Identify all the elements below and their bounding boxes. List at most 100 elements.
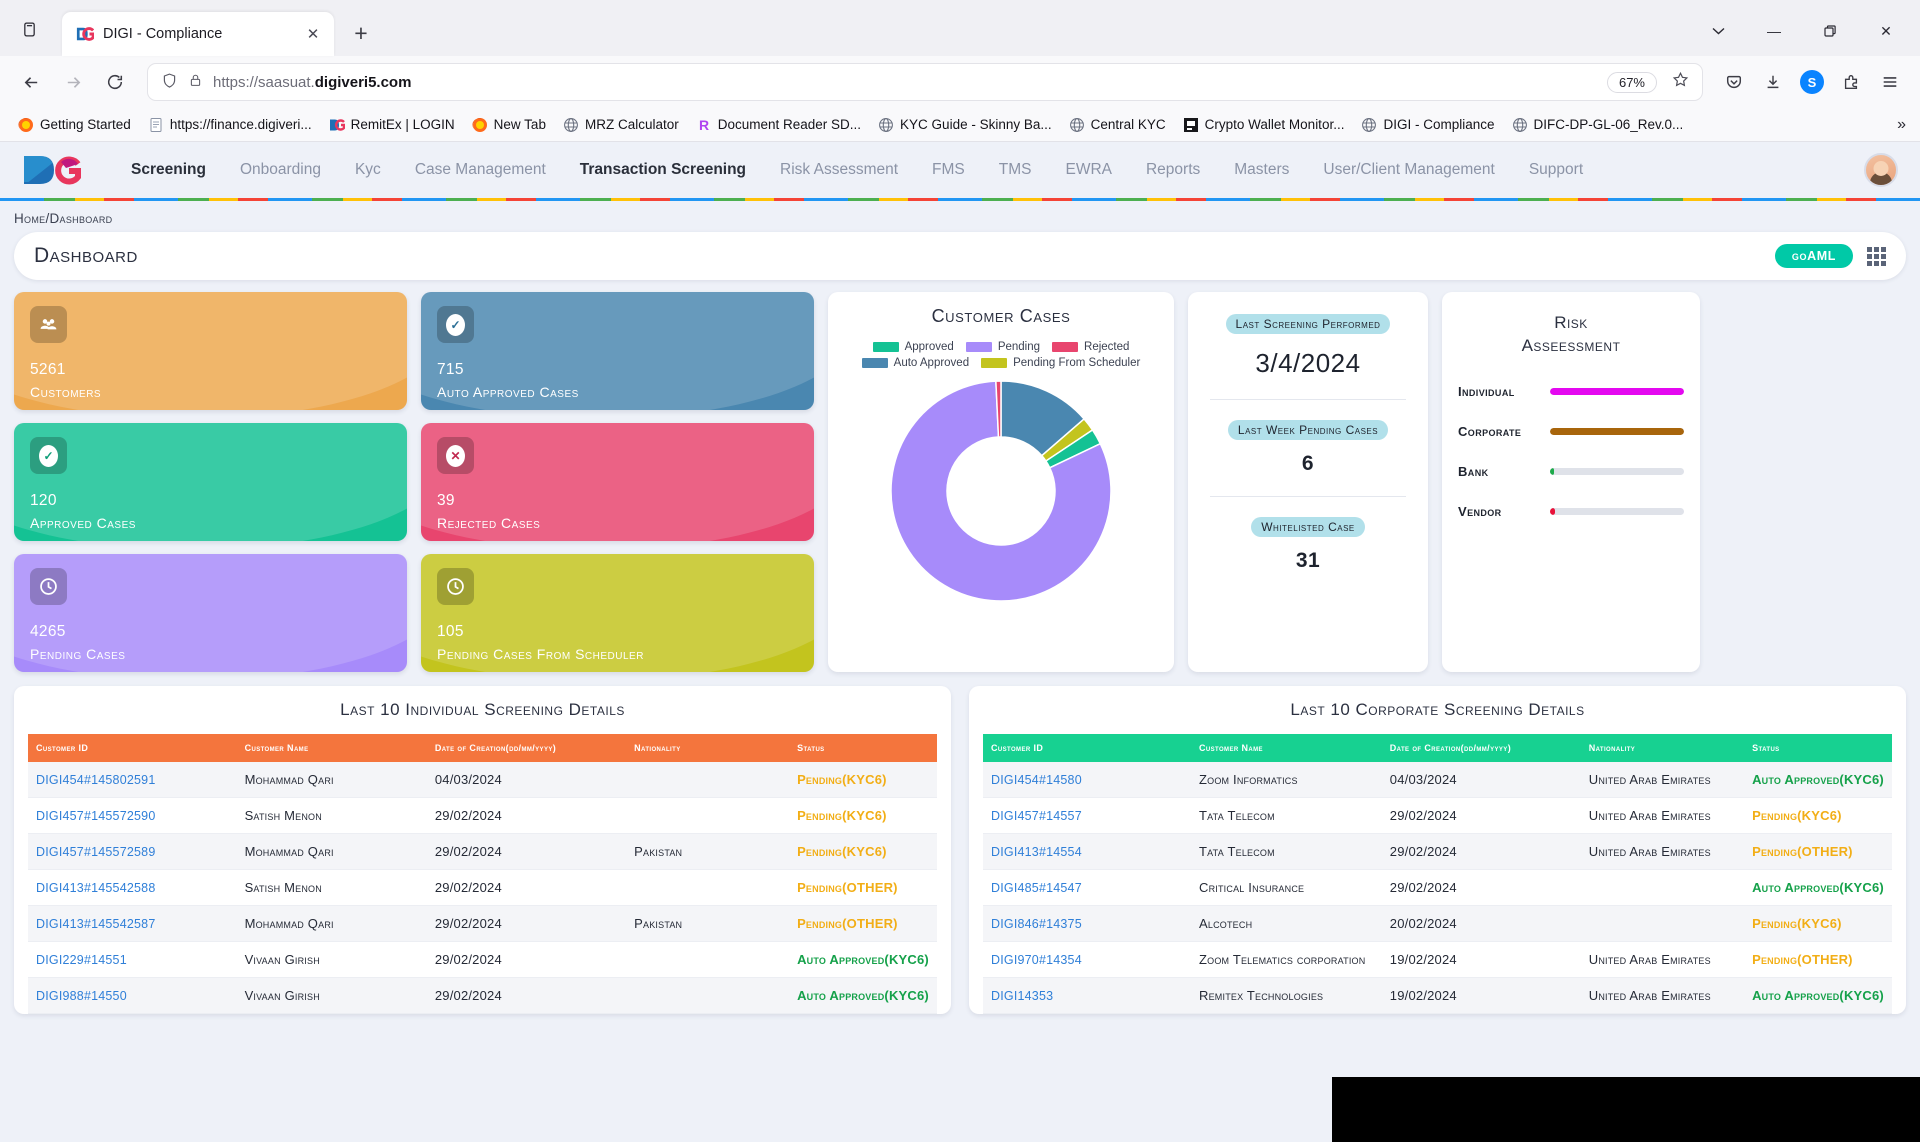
table-row[interactable]: DIGI846#14375 Alcotech 20/02/2024 Pending(K… xyxy=(983,905,1892,942)
kpi-card-customers[interactable]: 5261 Customers xyxy=(14,292,407,410)
risk-track[interactable] xyxy=(1550,387,1684,395)
goaml-button[interactable]: goAML xyxy=(1774,244,1853,268)
bookmark-item[interactable]: Getting Started xyxy=(10,113,139,137)
bookmark-item[interactable]: https://finance.digiveri... xyxy=(140,113,320,137)
cell-customer-id[interactable]: DIGI413#145542587 xyxy=(28,905,237,942)
column-header-nationality[interactable]: Nationality xyxy=(1580,734,1745,762)
kpi-card-rejected[interactable]: ✕ 39 Rejected Cases xyxy=(421,423,814,541)
bookmark-star-icon[interactable] xyxy=(1667,71,1694,93)
risk-track[interactable] xyxy=(1550,467,1684,475)
nav-item-fms[interactable]: FMS xyxy=(915,155,982,185)
bookmark-item[interactable]: MRZ Calculator xyxy=(555,113,687,137)
column-header-status[interactable]: Status xyxy=(789,734,937,762)
tab-overflow-chevron-icon[interactable] xyxy=(1690,12,1746,50)
reload-button[interactable] xyxy=(96,63,134,101)
nav-item-user-client-management[interactable]: User/Client Management xyxy=(1306,155,1511,185)
nav-item-support[interactable]: Support xyxy=(1512,155,1600,185)
zoom-level-indicator[interactable]: 67% xyxy=(1606,71,1657,93)
cell-customer-id[interactable]: DIGI454#14580 xyxy=(983,762,1191,798)
nav-item-masters[interactable]: Masters xyxy=(1217,155,1306,185)
legend-item-pending-scheduler[interactable]: Pending From Scheduler xyxy=(981,357,1140,369)
user-avatar-wrap[interactable] xyxy=(1864,153,1898,187)
legend-item-approved[interactable]: Approved xyxy=(872,341,954,353)
column-header-nationality[interactable]: Nationality xyxy=(626,734,790,762)
table-row[interactable]: DIGI454#145802591 Mohammad Qari 04/03/2024… xyxy=(28,762,937,798)
table-row[interactable]: DIGI970#14354 Zoom Telematics corporation… xyxy=(983,941,1892,978)
list-all-tabs-button[interactable] xyxy=(10,10,48,48)
table-row[interactable]: DIGI457#14557 Tata Telecom 29/02/2024 Unite… xyxy=(983,797,1892,834)
nav-item-tms[interactable]: TMS xyxy=(982,155,1049,185)
forward-button[interactable] xyxy=(54,63,92,101)
column-header-customer-id[interactable]: Customer ID xyxy=(983,734,1191,762)
legend-item-pending[interactable]: Pending xyxy=(965,341,1040,353)
cell-customer-id[interactable]: DIGI457#14557 xyxy=(983,797,1191,834)
table-row[interactable]: DIGI413#145542587 Mohammad Qari 29/02/2024… xyxy=(28,905,937,942)
pocket-save-icon[interactable] xyxy=(1716,64,1752,100)
back-button[interactable] xyxy=(12,63,50,101)
digi-logo-icon[interactable] xyxy=(22,150,84,190)
nav-item-risk-assessment[interactable]: Risk Assessment xyxy=(763,155,915,185)
customer-cases-donut-chart[interactable] xyxy=(838,375,1164,607)
close-window-button[interactable]: ✕ xyxy=(1858,12,1914,50)
table-row[interactable]: DIGI457#145572589 Mohammad Qari 29/02/2024… xyxy=(28,833,937,870)
nav-item-kyc[interactable]: Kyc xyxy=(338,155,398,185)
column-header-date[interactable]: Date of Creation(dd/mm/yyyy) xyxy=(1381,734,1581,762)
nav-item-case-management[interactable]: Case Management xyxy=(398,155,563,185)
bookmark-item[interactable]: RemitEx | LOGIN xyxy=(321,113,463,137)
address-bar[interactable]: https://saasuat.digiveri5.com 67% xyxy=(147,63,1703,101)
bookmark-item[interactable]: DIGI - Compliance xyxy=(1353,113,1502,137)
kpi-card-auto-approved[interactable]: ✓ 715 Auto Approved Cases xyxy=(421,292,814,410)
nav-item-ewra[interactable]: EWRA xyxy=(1048,155,1129,185)
bookmark-item[interactable]: KYC Guide - Skinny Ba... xyxy=(870,113,1060,137)
downloads-icon[interactable] xyxy=(1755,64,1791,100)
shield-icon[interactable] xyxy=(161,72,178,92)
risk-track[interactable] xyxy=(1550,427,1684,435)
table-row[interactable]: DIGI413#145542588 Satish Menon 29/02/2024 P… xyxy=(28,869,937,906)
table-row[interactable]: DIGI454#14580 Zoom Informatics 04/03/2024 U… xyxy=(983,762,1892,798)
new-tab-button[interactable]: + xyxy=(344,16,378,50)
column-header-date[interactable]: Date of Creation(dd/mm/yyyy) xyxy=(426,734,627,762)
cell-customer-id[interactable]: DIGI229#14551 xyxy=(28,941,237,978)
nav-item-transaction-screening[interactable]: Transaction Screening xyxy=(563,155,763,185)
column-header-customer-name[interactable]: Customer Name xyxy=(1191,734,1382,762)
cell-customer-id[interactable]: DIGI988#14550 xyxy=(28,977,237,1014)
close-tab-icon[interactable]: ✕ xyxy=(302,23,324,45)
bookmark-item[interactable]: DIFC-DP-GL-06_Rev.0... xyxy=(1504,113,1692,137)
extensions-icon[interactable] xyxy=(1833,64,1869,100)
cell-customer-id[interactable]: DIGI413#14554 xyxy=(983,833,1191,870)
cell-customer-id[interactable]: DIGI454#145802591 xyxy=(28,762,237,798)
legend-item-auto-approved[interactable]: Auto Approved xyxy=(861,357,969,369)
cell-customer-id[interactable]: DIGI457#145572589 xyxy=(28,833,237,870)
table-row[interactable]: DIGI413#14554 Tata Telecom 29/02/2024 Unite… xyxy=(983,833,1892,870)
table-row[interactable]: DIGI485#14547 Critical Insurance 29/02/202… xyxy=(983,869,1892,906)
nav-item-screening[interactable]: Screening xyxy=(114,155,223,185)
application-menu-icon[interactable] xyxy=(1872,64,1908,100)
cell-customer-id[interactable]: DIGI970#14354 xyxy=(983,941,1191,978)
bookmark-item[interactable]: New Tab xyxy=(464,113,554,137)
grid-view-icon[interactable] xyxy=(1867,246,1886,266)
table-row[interactable]: DIGI229#14551 Vivaan Girish 29/02/2024 Auto… xyxy=(28,941,937,978)
legend-item-rejected[interactable]: Rejected xyxy=(1052,341,1129,353)
risk-track[interactable] xyxy=(1550,507,1684,515)
table-row[interactable]: DIGI988#14550 Vivaan Girish 29/02/2024 Auto… xyxy=(28,977,937,1014)
column-header-customer-name[interactable]: Customer Name xyxy=(236,734,427,762)
table-row[interactable]: DIGI457#145572590 Satish Menon 29/02/2024 P… xyxy=(28,797,937,834)
browser-tab[interactable]: DIGI - Compliance ✕ xyxy=(62,12,334,56)
avatar[interactable] xyxy=(1864,153,1898,187)
nav-item-onboarding[interactable]: Onboarding xyxy=(223,155,338,185)
cell-customer-id[interactable]: DIGI846#14375 xyxy=(983,905,1191,942)
minimize-button[interactable]: — xyxy=(1746,12,1802,50)
cell-customer-id[interactable]: DIGI14353 xyxy=(983,977,1191,1014)
column-header-status[interactable]: Status xyxy=(1744,734,1892,762)
bookmark-item[interactable]: Central KYC xyxy=(1061,113,1174,137)
maximize-button[interactable] xyxy=(1802,12,1858,50)
cell-customer-id[interactable]: DIGI413#145542588 xyxy=(28,869,237,906)
table-row[interactable]: DIGI14353 Remitex Technologies 19/02/2024 U… xyxy=(983,977,1892,1014)
cell-customer-id[interactable]: DIGI485#14547 xyxy=(983,869,1191,906)
account-icon[interactable]: S xyxy=(1794,64,1830,100)
kpi-card-pending[interactable]: 4265 Pending Cases xyxy=(14,554,407,672)
kpi-card-approved[interactable]: ✓ 120 Approved Cases xyxy=(14,423,407,541)
column-header-customer-id[interactable]: Customer ID xyxy=(28,734,237,762)
kpi-card-pending-scheduler[interactable]: 105 Pending Cases From Scheduler xyxy=(421,554,814,672)
bookmark-item[interactable]: Crypto Wallet Monitor... xyxy=(1175,113,1353,137)
